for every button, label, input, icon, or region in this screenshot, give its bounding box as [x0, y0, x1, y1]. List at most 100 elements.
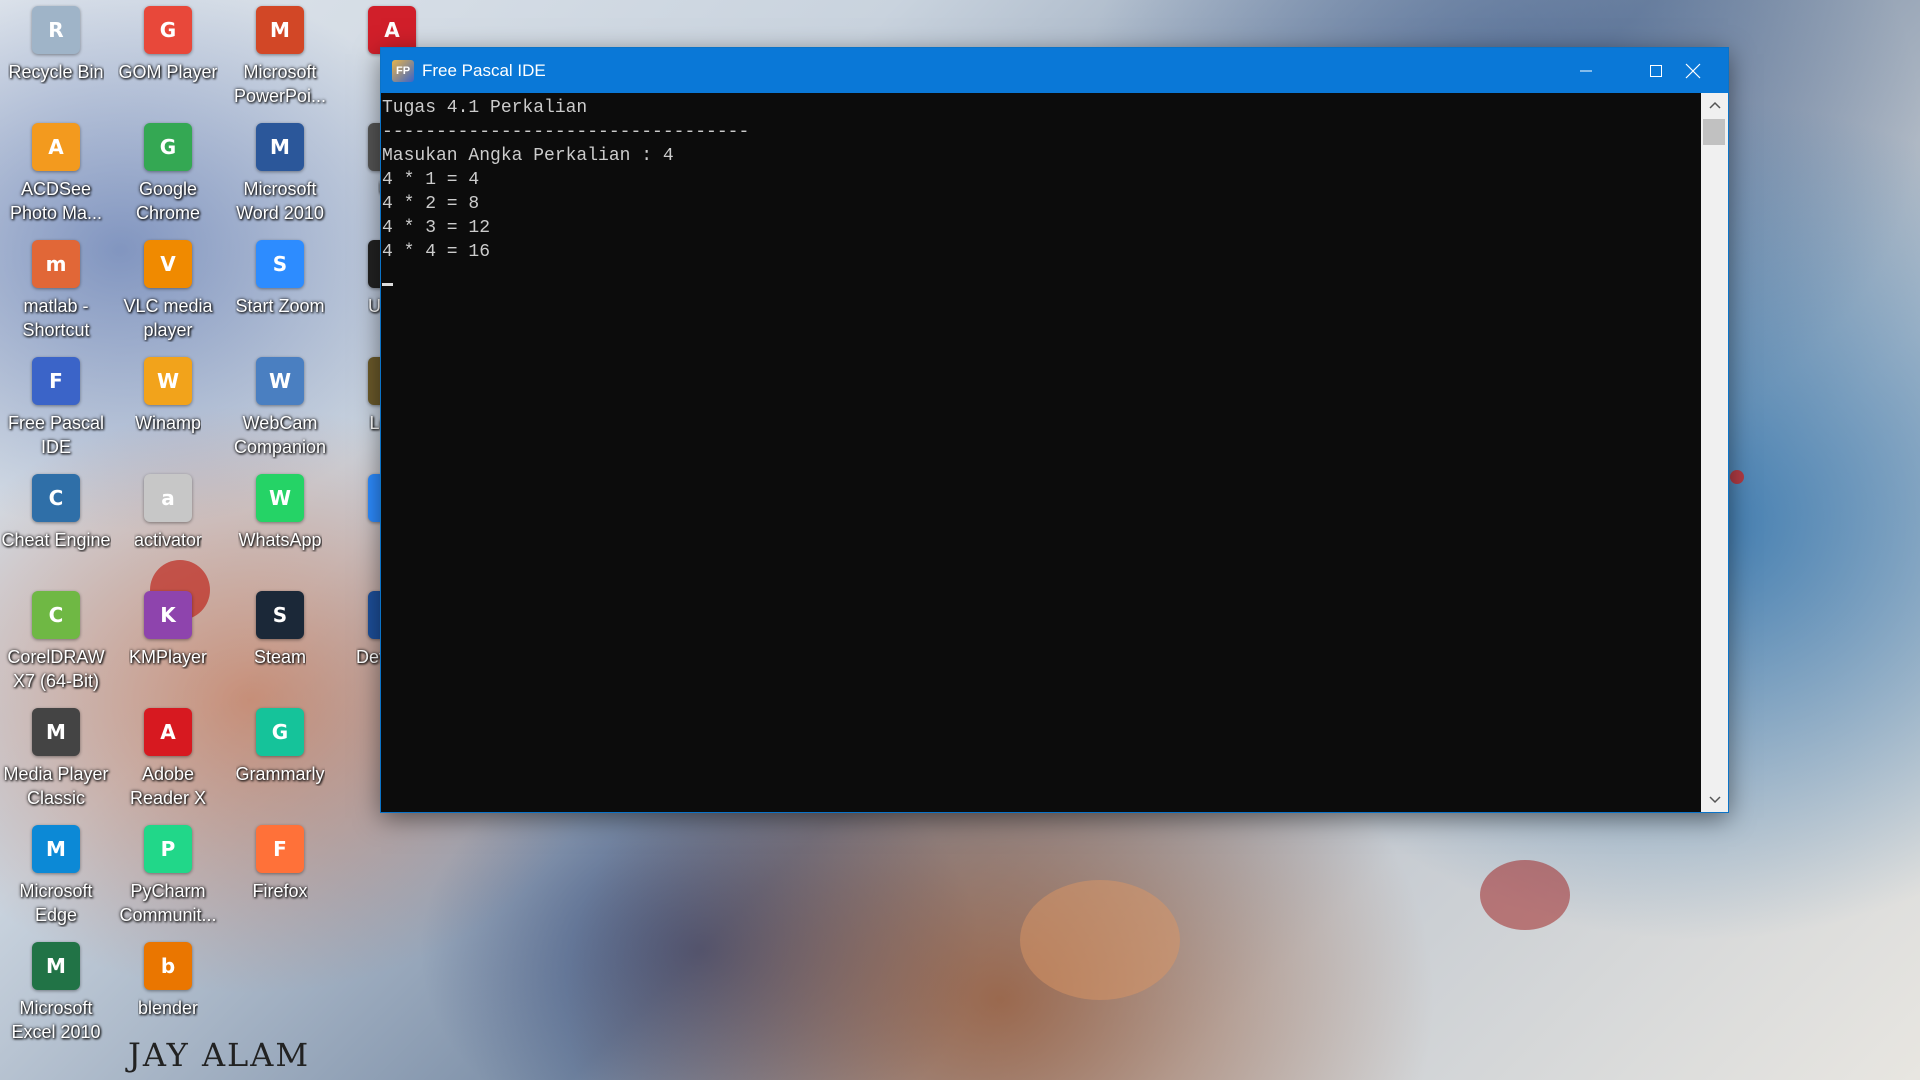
desktop-icon-free-pascal[interactable]: F Free Pascal IDE — [0, 351, 112, 467]
vlc-icon: V — [144, 240, 192, 288]
avira-icon: A — [368, 6, 416, 54]
desktop-icon-mpc[interactable]: M Media Player Classic — [0, 702, 112, 818]
close-icon — [1685, 63, 1701, 78]
console-line: 4 * 1 = 4 — [382, 170, 480, 190]
console-line: 4 * 3 = 12 — [382, 218, 491, 238]
grammarly-icon: G — [256, 708, 304, 756]
desktop-icon-adobe-reader[interactable]: A Adobe Reader X — [112, 702, 224, 818]
desktop-icon-label: Microsoft Excel 2010 — [11, 998, 101, 1042]
desktop-icon-label: Cheat Engine — [1, 530, 111, 550]
console-line: Tugas 4.1 Perkalian — [382, 98, 588, 118]
desktop-icon-webcam[interactable]: W WebCam Companion — [224, 351, 336, 467]
desktop-icon-label: Free Pascal IDE — [7, 413, 105, 457]
excel-icon: M — [32, 942, 80, 990]
whatsapp-icon: W — [256, 474, 304, 522]
gom-player-icon: G — [144, 6, 192, 54]
desktop-icon-label: blender — [137, 998, 199, 1018]
desktop-icon-label: Microsoft Word 2010 — [236, 179, 324, 223]
coreldraw-icon: C — [32, 591, 80, 639]
desktop-icon-blender[interactable]: b blender — [112, 936, 224, 1052]
vertical-scrollbar[interactable] — [1701, 93, 1728, 812]
desktop-icon-label: PyCharm Communit... — [119, 881, 217, 925]
scroll-down-button[interactable] — [1701, 788, 1728, 812]
desktop-icon-label: Google Chrome — [135, 179, 201, 223]
desktop-icon-label: Winamp — [134, 413, 201, 433]
scroll-up-button[interactable] — [1701, 93, 1728, 117]
desktop-icon-zoom[interactable]: S Start Zoom — [224, 234, 336, 350]
pycharm-icon: P — [144, 825, 192, 873]
free-pascal-icon: F — [32, 357, 80, 405]
desktop-icon-label: Grammarly — [235, 764, 325, 784]
desktop-icon-edge[interactable]: M Microsoft Edge — [0, 819, 112, 935]
desktop-icon-pycharm[interactable]: P PyCharm Communit... — [112, 819, 224, 935]
desktop-icon-grammarly[interactable]: G Grammarly — [224, 702, 336, 818]
desktop-icon-firefox[interactable]: F Firefox — [224, 819, 336, 935]
kmplayer-icon: K — [144, 591, 192, 639]
desktop-icon-label: Steam — [253, 647, 307, 667]
minimize-button[interactable] — [1551, 48, 1621, 93]
scroll-thumb[interactable] — [1703, 119, 1725, 145]
desktop-icon-label: KMPlayer — [128, 647, 208, 667]
word-icon: M — [256, 123, 304, 171]
window-title: Free Pascal IDE — [422, 60, 546, 80]
mpc-icon: M — [32, 708, 80, 756]
desktop-icon-label: Adobe Reader X — [129, 764, 207, 808]
desktop-icon-label: Microsoft PowerPoi... — [233, 62, 327, 106]
free-pascal-ide-window[interactable]: FP Free Pascal IDE Tugas 4.1 Perkalian -… — [381, 48, 1728, 812]
text-cursor — [382, 283, 393, 286]
desktop-icon-label: WhatsApp — [238, 530, 322, 550]
desktop-icon-steam[interactable]: S Steam — [224, 585, 336, 701]
desktop-icon-label: activator — [133, 530, 203, 550]
desktop-icon-kmplayer[interactable]: K KMPlayer — [112, 585, 224, 701]
zoom-icon: S — [256, 240, 304, 288]
minimize-icon — [1580, 70, 1592, 71]
console-output[interactable]: Tugas 4.1 Perkalian --------------------… — [381, 93, 1701, 812]
desktop-icon-vlc[interactable]: V VLC media player — [112, 234, 224, 350]
desktop-icon-matlab[interactable]: m matlab - Shortcut — [0, 234, 112, 350]
recycle-bin-icon: R — [32, 6, 80, 54]
desktop-icon-label: Firefox — [252, 881, 308, 901]
edge-icon: M — [32, 825, 80, 873]
desktop-icon-label: Recycle Bin — [8, 62, 104, 82]
title-bar[interactable]: FP Free Pascal IDE — [381, 48, 1728, 93]
console-line: 4 * 2 = 8 — [382, 194, 480, 214]
desktop-icon-word[interactable]: M Microsoft Word 2010 — [224, 117, 336, 233]
desktop-icon-cheat-engine[interactable]: C Cheat Engine — [0, 468, 112, 584]
desktop-icon-coreldraw[interactable]: C CorelDRAW X7 (64-Bit) — [0, 585, 112, 701]
desktop-icon-activator[interactable]: a activator — [112, 468, 224, 584]
blender-icon: b — [144, 942, 192, 990]
desktop-icon-powerpoint[interactable]: M Microsoft PowerPoi... — [224, 0, 336, 116]
desktop-icon-gom-player[interactable]: G GOM Player — [112, 0, 224, 116]
powerpoint-icon: M — [256, 6, 304, 54]
cheat-engine-icon: C — [32, 474, 80, 522]
paint-splash — [1020, 880, 1180, 1000]
console-line: ---------------------------------- — [382, 122, 750, 142]
wallpaper-signature: JAY ALAM — [128, 1036, 311, 1074]
desktop-icon-whatsapp[interactable]: W WhatsApp — [224, 468, 336, 584]
steam-icon: S — [256, 591, 304, 639]
desktop-icon-label: matlab - Shortcut — [22, 296, 90, 340]
firefox-icon: F — [256, 825, 304, 873]
winamp-icon: W — [144, 357, 192, 405]
paint-splash — [1480, 860, 1570, 930]
acdsee-icon: A — [32, 123, 80, 171]
webcam-icon: W — [256, 357, 304, 405]
desktop-icon-label: Media Player Classic — [3, 764, 109, 808]
console-line: Masukan Angka Perkalian : 4 — [382, 146, 674, 166]
desktop-icon-label: Start Zoom — [235, 296, 325, 316]
desktop-icon-winamp[interactable]: W Winamp — [112, 351, 224, 467]
desktop-icon-label: WebCam Companion — [233, 413, 327, 457]
activator-icon: a — [144, 474, 192, 522]
desktop-icon-excel[interactable]: M Microsoft Excel 2010 — [0, 936, 112, 1052]
desktop-icon-label: CorelDRAW X7 (64-Bit) — [7, 647, 105, 691]
desktop-icon-recycle-bin[interactable]: R Recycle Bin — [0, 0, 112, 116]
desktop-icon-label: VLC media player — [123, 296, 213, 340]
free-pascal-icon: FP — [392, 59, 414, 82]
chrome-icon: G — [144, 123, 192, 171]
desktop-icon-chrome[interactable]: G Google Chrome — [112, 117, 224, 233]
close-button[interactable] — [1658, 48, 1728, 93]
desktop-icon-label: Microsoft Edge — [19, 881, 93, 925]
chevron-up-icon — [1708, 101, 1721, 109]
desktop-icon-acdsee[interactable]: A ACDSee Photo Ma... — [0, 117, 112, 233]
console-cursor-line — [382, 264, 1701, 288]
